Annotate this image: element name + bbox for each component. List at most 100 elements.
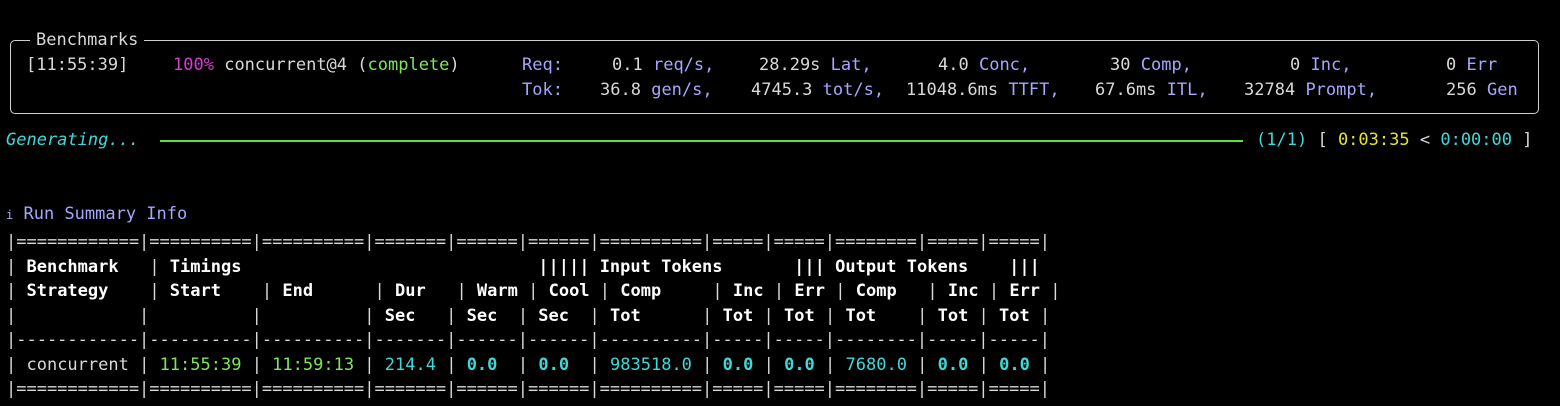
table-sep-mid: |------------|----------|----------|----… [6, 330, 1050, 350]
tok-tot-unit: tot/s, [822, 80, 885, 100]
req-inc-value: 0 [1290, 55, 1301, 75]
tok-gen-value: 36.8 [600, 80, 641, 100]
hdr-pipe: | [763, 305, 785, 326]
hdr-pipe: | [1050, 281, 1061, 301]
req-completed: 30 Comp, [1110, 53, 1192, 77]
cell-dur: 214.4 [384, 354, 436, 375]
cell-in-comp: 983518.0 [610, 354, 692, 375]
cell-in-err: 0.0 [784, 354, 815, 375]
hdr-pipe: | [917, 305, 938, 326]
paren-open: ( [357, 55, 368, 75]
table-row: | concurrent | 11:55:39 | 11:59:13 | 214… [6, 354, 1051, 375]
benchmarks-panel [10, 40, 1539, 114]
tok-prompt-unit: Prompt, [1305, 80, 1378, 100]
bracket-close: ] [1522, 130, 1533, 150]
req-incomplete: 0 Inc, [1290, 53, 1351, 77]
benchmark-timestamp: [11:55:39] [26, 55, 129, 75]
less-than: < [1419, 130, 1431, 150]
hdr-pipe: | [139, 256, 170, 277]
hdr-pipe: | [446, 305, 467, 326]
req-label: Req: [522, 55, 563, 75]
paren-close: ) [449, 55, 460, 75]
hdr-pipe: | [6, 281, 27, 301]
hdr-out-comp: Comp [855, 281, 928, 301]
hdr-end: End [282, 281, 375, 301]
req-inc-unit: Inc, [1310, 55, 1352, 75]
cell-start: 11:55:39 [159, 354, 242, 375]
hdr-cool: Cool [548, 281, 600, 301]
hdr-warm-sec: Sec [466, 305, 518, 326]
run-summary-title: Run Summary Info [23, 204, 188, 224]
hdr-benchmark: Benchmark [26, 256, 140, 277]
hdr-in-inc-tot: Tot [722, 305, 764, 326]
hdr-out-inc-tot: Tot [937, 305, 979, 326]
req-err-unit: Err [1466, 55, 1498, 75]
hdr-dur-sec: Sec [384, 305, 447, 326]
generating-label: Generating... [6, 130, 140, 150]
req-conc-value: 4.0 [938, 55, 969, 75]
req-err-value: 0 [1446, 55, 1457, 75]
hdr-in-comp-tot: Tot [609, 305, 703, 326]
req-errored: 0 Err [1446, 53, 1497, 77]
tok-total-rate: 4745.3 tot/s, [751, 78, 884, 102]
hdr-spacer [723, 257, 795, 277]
hdr-pipe: | [528, 281, 549, 301]
hdr-pipe: | [988, 281, 1010, 301]
progress-count: (1/1) [1256, 130, 1308, 150]
hdr-in-err: Err [794, 281, 836, 301]
progress-counter: (1/1) [ 0:03:35 < 0:00:00 ] [1256, 128, 1533, 152]
req-lat-unit: Lat, [830, 55, 872, 75]
hdr-pipe: | [1039, 305, 1051, 326]
tok-gen-rate: 36.8 gen/s, [600, 78, 713, 102]
tok-ttft: 11048.6ms TTFT, [906, 78, 1060, 102]
table-header-row-1: | Benchmark | Timings ||||| Input Tokens… [6, 257, 1040, 277]
hdr-pipe: | [927, 281, 948, 301]
req-conc-unit: Conc, [978, 55, 1031, 75]
cell-warm: 0.0 [466, 354, 498, 375]
hdr-group-sep: ||||| [538, 256, 600, 277]
req-comp-unit: Comp, [1140, 55, 1192, 75]
hdr-group-sep: ||| [794, 256, 836, 277]
tok-tot-value: 4745.3 [751, 80, 813, 100]
bracket-open: [ [1317, 130, 1328, 150]
hdr-pipe: | [6, 256, 27, 277]
benchmark-status-line: 100% concurrent@4 (complete) [173, 53, 460, 77]
hdr-start: Start [169, 281, 262, 301]
tok-itl-value: 67.6ms [1095, 80, 1157, 100]
cell-out-inc: 0.0 [937, 354, 969, 375]
remaining-time: 0:00:00 [1440, 130, 1512, 150]
tok-gen2-value: 256 [1446, 80, 1477, 100]
benchmarks-panel-title: Benchmarks [30, 30, 145, 50]
summary-table: |============|==========|==========|====… [6, 230, 1061, 402]
cell-out-err: 0.0 [999, 354, 1030, 375]
table-header-row-2: | Strategy | Start | End | Dur | Warm | … [6, 281, 1061, 301]
hdr-pipe: | [364, 305, 385, 326]
req-lat-value: 28.29s [759, 55, 821, 75]
run-summary-heading: i Run Summary Info [6, 202, 187, 227]
info-icon: i [6, 208, 14, 222]
req-rate-value: 0.1 [612, 55, 643, 75]
req-latency: 28.29s Lat, [759, 53, 872, 77]
req-concurrency: 4.0 Conc, [938, 53, 1030, 77]
status-complete: complete [367, 55, 450, 75]
tok-prompt-value: 32784 [1244, 80, 1296, 100]
req-comp-value: 30 [1110, 55, 1131, 75]
hdr-pipe: | [773, 281, 795, 301]
hdr-cool-sec: Sec [538, 305, 590, 326]
hdr-strategy: Strategy [26, 281, 140, 301]
hdr-pipe: | [978, 305, 1000, 326]
hdr-pipe: | [599, 281, 621, 301]
table-header-row-3: | | | | Sec | Sec | Sec | Tot | Tot | To… [6, 305, 1051, 326]
hdr-out-err-tot: Tot [999, 305, 1040, 326]
hdr-pipe: | [589, 305, 610, 326]
tok-generated: 256 Gen [1446, 78, 1518, 102]
table-sep-bottom: |============|==========|==========|====… [6, 379, 1050, 399]
hdr-timings: Timings [169, 256, 242, 277]
cell-cool: 0.0 [538, 354, 570, 375]
tok-ttft-value: 11048.6ms [906, 80, 999, 100]
tok-gen2-unit: Gen [1486, 80, 1518, 100]
progress-percent: 100% [173, 55, 214, 75]
hdr-warm: Warm [476, 281, 529, 301]
hdr-out-comp-tot: Tot [845, 305, 918, 326]
tok-prompt: 32784 Prompt, [1244, 78, 1377, 102]
